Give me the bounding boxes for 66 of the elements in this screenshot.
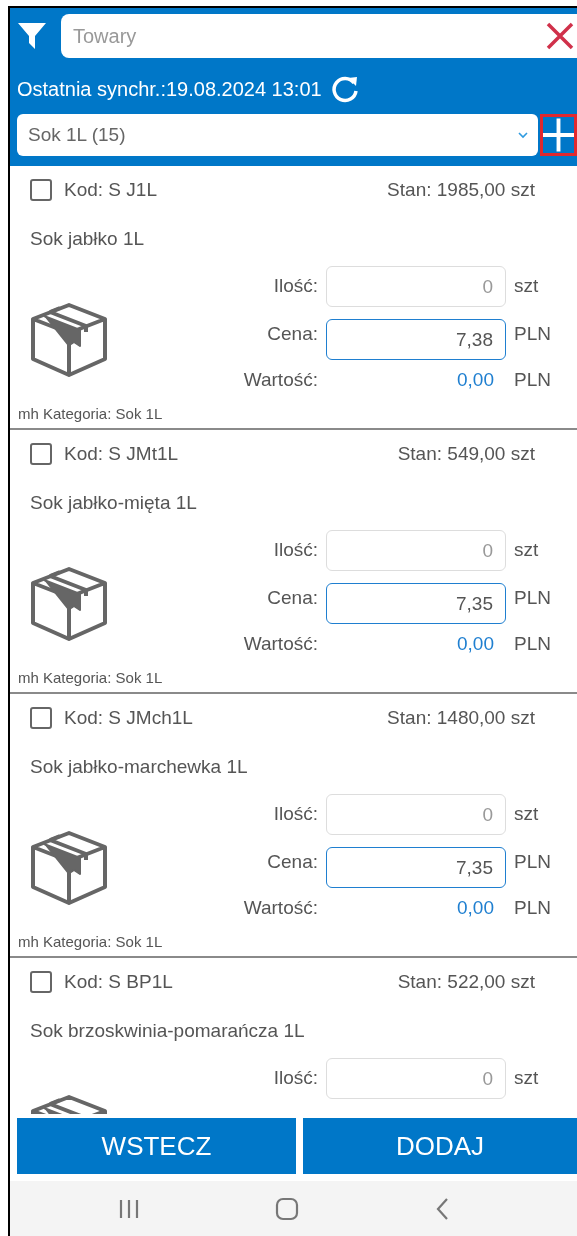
- quantity-field[interactable]: 0: [326, 530, 506, 571]
- package-box-icon: [30, 302, 108, 378]
- checkbox[interactable]: [30, 971, 52, 993]
- sync-status-text: Ostatnia synchr.:19.08.2024 13:01: [17, 77, 322, 101]
- qty-label: Ilość:: [273, 1066, 318, 1089]
- stock-text: Stan: 549,00 szt: [397, 443, 535, 465]
- search-field[interactable]: Towary: [61, 14, 577, 58]
- product-code: Kod: S JMt1L: [64, 443, 179, 465]
- price-field[interactable]: 7,35: [326, 847, 506, 888]
- price-label: Cena:: [267, 322, 318, 345]
- product-name: Sok brzoskwinia-pomarańcza 1L: [30, 1020, 305, 1042]
- product-name: Sok jabłko 1L: [30, 228, 145, 250]
- product-code: Kod: S J1L: [64, 179, 157, 201]
- total-value: 0,00: [457, 632, 495, 656]
- price-field[interactable]: 7,38: [326, 319, 506, 360]
- unit-label: szt: [514, 538, 540, 561]
- product-name: Sok jabłko-marchewka 1L: [30, 756, 248, 778]
- close-icon[interactable]: [545, 21, 575, 51]
- product-code: Kod: S JMch1L: [64, 707, 193, 729]
- add-button[interactable]: [540, 114, 577, 156]
- product-name: Sok jabłko-mięta 1L: [30, 492, 197, 514]
- product-code: Kod: S BP1L: [64, 971, 173, 993]
- category-dropdown[interactable]: Sok 1L (15): [17, 114, 538, 156]
- refresh-icon[interactable]: [329, 74, 360, 104]
- price-label: Cena:: [267, 850, 318, 873]
- filter-icon[interactable]: [17, 21, 47, 51]
- quantity-field[interactable]: 0: [326, 266, 506, 307]
- unit-label: PLN: [514, 322, 551, 345]
- package-box-icon: [30, 830, 108, 906]
- unit-label: PLN: [514, 897, 551, 919]
- chevron-down-icon: [518, 131, 528, 139]
- category-text: mh Kategoria: Sok 1L: [18, 933, 163, 950]
- unit-label: PLN: [514, 633, 551, 655]
- qty-label: Ilość:: [273, 802, 318, 825]
- quantity-field[interactable]: 0: [326, 794, 506, 835]
- action-button[interactable]: WSTECZ: [17, 1118, 296, 1174]
- stock-text: Stan: 1985,00 szt: [387, 179, 535, 201]
- stock-text: Stan: 522,00 szt: [397, 971, 535, 993]
- stock-text: Stan: 1480,00 szt: [387, 707, 535, 729]
- quantity-field[interactable]: 0: [326, 1058, 506, 1099]
- unit-label: szt: [514, 274, 540, 297]
- plus-icon: [543, 118, 574, 152]
- value-label: Wartość:: [243, 897, 318, 919]
- package-box-icon: [30, 566, 108, 642]
- price-field[interactable]: 7,35: [326, 583, 506, 624]
- qty-label: Ilość:: [273, 538, 318, 561]
- checkbox[interactable]: [30, 707, 52, 729]
- home-icon[interactable]: [275, 1196, 300, 1221]
- unit-label: szt: [514, 1066, 539, 1089]
- value-label: Wartość:: [243, 369, 318, 391]
- checkbox[interactable]: [30, 443, 52, 465]
- total-value: 0,00: [457, 368, 495, 392]
- price-label: Cena:: [267, 586, 318, 609]
- unit-label: szt: [514, 802, 540, 825]
- unit-label: PLN: [514, 850, 551, 873]
- unit-label: PLN: [514, 586, 551, 609]
- category-text: mh Kategoria: Sok 1L: [18, 405, 163, 422]
- qty-label: Ilość:: [273, 274, 318, 297]
- unit-label: PLN: [514, 369, 551, 391]
- recent-apps-icon[interactable]: [117, 1197, 140, 1220]
- checkbox[interactable]: [30, 179, 52, 201]
- value-label: Wartość:: [243, 633, 318, 655]
- total-value: 0,00: [457, 896, 495, 920]
- category-text: mh Kategoria: Sok 1L: [18, 669, 163, 686]
- back-icon[interactable]: [435, 1196, 450, 1221]
- action-button[interactable]: DODAJ: [303, 1118, 577, 1174]
